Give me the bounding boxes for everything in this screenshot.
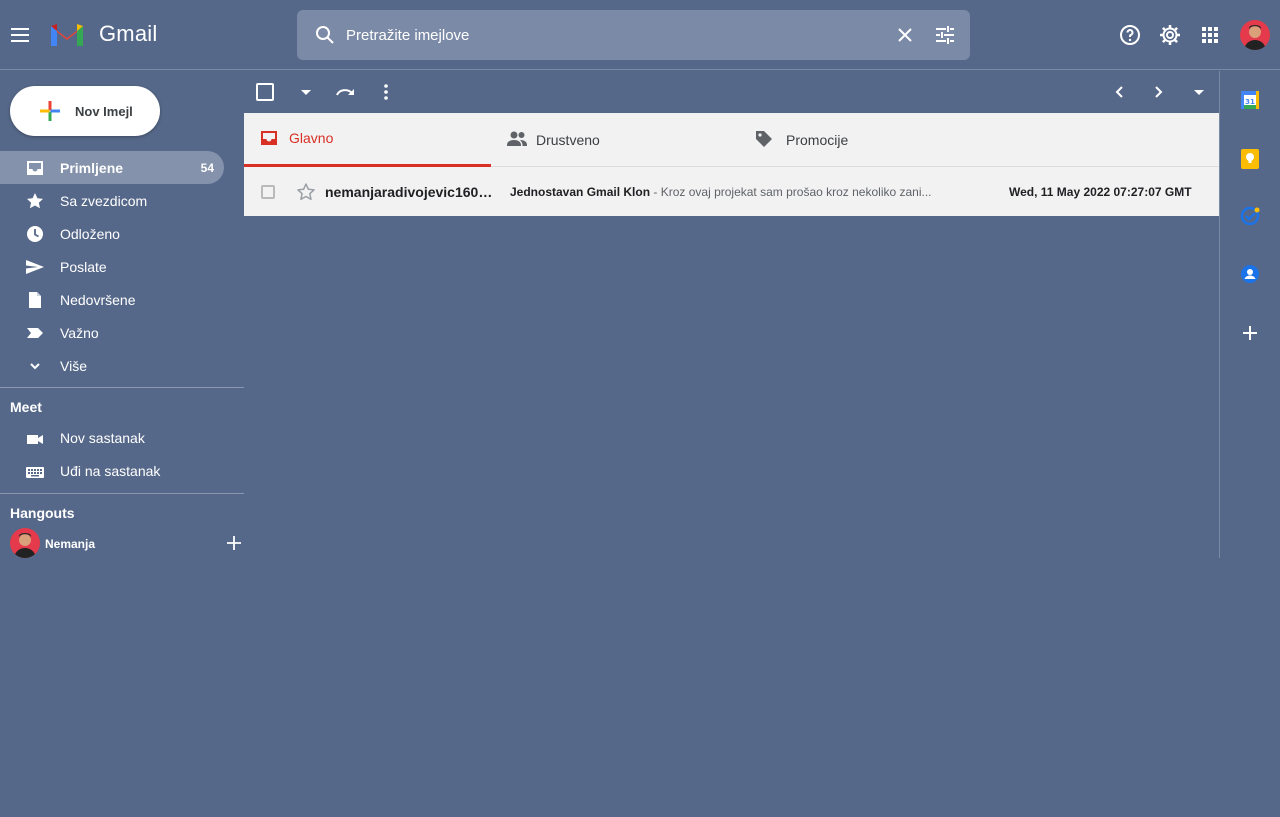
chevron-down-icon <box>25 356 45 376</box>
sidebar-item-label: Važno <box>60 324 99 341</box>
row-checkbox[interactable] <box>261 185 275 199</box>
email-message: Jednostavan Gmail Klon - Kroz ovaj proje… <box>510 185 955 199</box>
sidebar-item-label: Nedovršene <box>60 291 136 308</box>
sidebar-item-more[interactable]: Više <box>0 349 244 382</box>
sidebar-item-starred[interactable]: Sa zvezdicom <box>0 184 244 217</box>
sidebar-nav: Primljene 54 Sa zvezdicom Odloženo Posla… <box>0 151 244 382</box>
inbox-icon <box>259 128 279 148</box>
avatar[interactable] <box>1240 20 1270 50</box>
top-header: Gmail <box>0 0 1280 70</box>
keep-icon[interactable] <box>1240 148 1260 170</box>
search-input[interactable] <box>346 10 866 60</box>
tab-promotions[interactable]: Promocije <box>741 113 988 167</box>
close-icon[interactable] <box>893 23 917 47</box>
email-sender: nemanjaradivojevic1603... <box>325 184 493 200</box>
compose-label: Nov Imejl <box>75 103 133 119</box>
search-icon[interactable] <box>313 23 337 47</box>
tab-social[interactable]: Drustveno <box>494 113 741 167</box>
sidebar-item-label: Odloženo <box>60 225 120 242</box>
video-icon <box>25 429 45 449</box>
tab-label: Drustveno <box>536 132 600 148</box>
chevron-right-icon[interactable] <box>1147 80 1171 104</box>
meet-item-label: Uđi na sastanak <box>60 463 161 479</box>
email-subject: Jednostavan Gmail Klon <box>510 185 651 199</box>
sidebar-divider <box>0 493 244 494</box>
sidebar-item-label: Primljene <box>60 159 124 176</box>
calendar-icon[interactable]: 31 <box>1240 90 1260 110</box>
sidebar-item-snoozed[interactable]: Odloženo <box>0 217 244 250</box>
more-vert-icon[interactable] <box>374 80 398 104</box>
tasks-icon[interactable] <box>1240 206 1260 226</box>
sidebar-item-sent[interactable]: Poslate <box>0 250 244 283</box>
tab-primary[interactable]: Glavno <box>244 113 491 167</box>
app-name: Gmail <box>99 21 158 46</box>
sidebar-item-drafts[interactable]: Nedovršene <box>0 283 244 316</box>
join-meeting-item[interactable]: Uđi na sastanak <box>0 455 244 488</box>
keyboard-icon <box>25 462 45 482</box>
hangouts-title: Hangouts <box>10 505 75 521</box>
sidebar-item-label: Više <box>60 357 87 374</box>
hangouts-user-name[interactable]: Nemanja <box>45 537 95 551</box>
tag-icon <box>754 129 774 149</box>
tab-label: Promocije <box>786 132 849 148</box>
plus-icon[interactable] <box>1240 323 1260 343</box>
table-row[interactable]: nemanjaradivojevic1603... Jednostavan Gm… <box>244 167 1219 216</box>
select-all-checkbox[interactable] <box>255 80 277 104</box>
gmail-logo[interactable]: Gmail <box>49 20 157 48</box>
meet-title: Meet <box>10 399 42 415</box>
star-icon <box>25 191 45 211</box>
chevron-down-icon[interactable] <box>296 80 316 104</box>
tune-icon[interactable] <box>933 23 957 47</box>
email-snippet: - Kroz ovaj projekat sam prošao kroz nek… <box>650 185 932 199</box>
inbox-icon <box>25 158 45 178</box>
contacts-icon[interactable] <box>1240 264 1260 284</box>
side-panel: 31 <box>1219 71 1280 558</box>
tab-label: Glavno <box>289 130 334 146</box>
chevron-left-icon[interactable] <box>1107 80 1131 104</box>
help-icon[interactable] <box>1118 23 1142 47</box>
people-icon <box>506 129 528 149</box>
sidebar-divider <box>0 387 244 388</box>
meet-item-label: Nov sastanak <box>60 430 145 446</box>
chevron-down-icon[interactable] <box>1187 80 1211 104</box>
send-icon <box>25 257 45 277</box>
sidebar-item-label: Poslate <box>60 258 107 275</box>
clock-icon <box>25 224 45 244</box>
plus-icon[interactable] <box>225 534 243 552</box>
refresh-icon[interactable] <box>334 80 358 104</box>
unread-count: 54 <box>200 160 214 175</box>
file-icon <box>25 290 45 310</box>
sidebar-item-important[interactable]: Važno <box>0 316 244 349</box>
plus-icon <box>40 101 60 121</box>
sidebar-item-label: Sa zvezdicom <box>60 192 148 209</box>
search-bar[interactable] <box>297 10 970 60</box>
new-meeting-item[interactable]: Nov sastanak <box>0 422 244 455</box>
menu-icon[interactable] <box>8 23 32 47</box>
star-icon[interactable] <box>296 182 316 202</box>
avatar[interactable] <box>10 528 40 558</box>
sidebar-item-inbox[interactable]: Primljene 54 <box>0 151 224 184</box>
svg-text:31: 31 <box>1245 98 1255 106</box>
label-important-icon <box>25 323 45 343</box>
apps-icon[interactable] <box>1198 23 1222 47</box>
inbox-tabs: Glavno Drustveno Promocije <box>244 113 1219 167</box>
compose-button[interactable]: Nov Imejl <box>10 86 160 136</box>
settings-icon[interactable] <box>1158 23 1182 47</box>
email-date: Wed, 11 May 2022 07:27:07 GMT <box>1009 185 1192 199</box>
